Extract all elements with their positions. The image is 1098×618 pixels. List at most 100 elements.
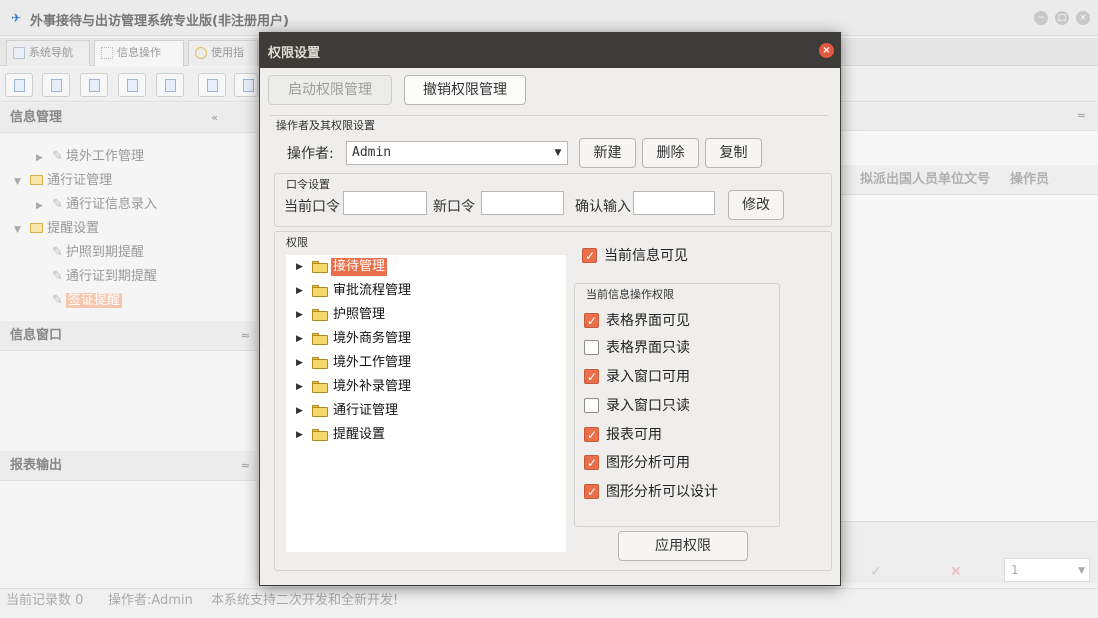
tree-node-overseas-business[interactable]: ▶ 境外商务管理 bbox=[286, 328, 426, 350]
grid-column-headers: 拟派出国人员单位文号 操作员 bbox=[840, 165, 1098, 195]
tree-node-reception[interactable]: ▶ 接待管理 bbox=[286, 256, 396, 278]
folder-icon bbox=[312, 381, 328, 393]
tree-label: 通行证信息录入 bbox=[66, 197, 158, 212]
tree-node-permit[interactable]: ▶ 通行证管理 bbox=[286, 400, 416, 422]
grid-visible-checkbox[interactable]: 表格界面可见 bbox=[584, 311, 690, 331]
info-management-header: 信息管理 « bbox=[0, 103, 258, 133]
panel-title: 报表输出 bbox=[10, 458, 63, 473]
tree-item[interactable]: ▼ 通行证管理 bbox=[14, 170, 112, 192]
tree-item-selected[interactable]: ✎ 签证提醒 bbox=[52, 290, 122, 312]
expand-icon[interactable]: ▶ bbox=[296, 376, 303, 398]
tree-node-overseas-work[interactable]: ▶ 境外工作管理 bbox=[286, 352, 426, 374]
collapse-icon[interactable]: « bbox=[211, 103, 218, 133]
tree-item[interactable]: ▶ ✎ 境外工作管理 bbox=[36, 146, 144, 168]
tab-usage-guide[interactable]: 使用指 bbox=[188, 40, 258, 66]
page-value: 1 bbox=[1011, 563, 1019, 577]
toolbar-list-button[interactable] bbox=[42, 73, 70, 97]
checkbox-icon bbox=[584, 482, 599, 502]
expand-icon[interactable]: ≈ bbox=[241, 451, 250, 481]
tree-item[interactable]: ▶ ✎ 通行证信息录入 bbox=[36, 194, 157, 216]
toolbar-card-button[interactable] bbox=[156, 73, 184, 97]
cancel-icon[interactable]: ✕ bbox=[950, 564, 962, 580]
toolbar-doc-button[interactable] bbox=[80, 73, 108, 97]
tree-node-reminder[interactable]: ▶ 提醒设置 bbox=[286, 424, 406, 446]
maximize-icon[interactable]: □ bbox=[1055, 11, 1069, 25]
panel-title: 信息管理 bbox=[10, 110, 63, 125]
dialog-title: 权限设置 bbox=[268, 46, 321, 61]
tree-node-passport[interactable]: ▶ 护照管理 bbox=[286, 304, 396, 326]
new-password-label: 新口令 bbox=[433, 199, 475, 215]
operator-select[interactable]: Admin ▼ bbox=[346, 141, 568, 165]
tree-node-approval[interactable]: ▶ 审批流程管理 bbox=[286, 280, 426, 302]
current-password-label: 当前口令 bbox=[284, 199, 340, 215]
tree-item[interactable]: ▼ 提醒设置 bbox=[14, 218, 99, 240]
permission-group-label: 权限 bbox=[286, 236, 308, 249]
chart-enabled-checkbox[interactable]: 图形分析可用 bbox=[584, 453, 690, 473]
operator-value: Admin bbox=[352, 145, 392, 160]
toolbar-edit-button[interactable] bbox=[198, 73, 226, 97]
new-password-input[interactable] bbox=[481, 191, 564, 215]
delete-operator-button[interactable]: 删除 bbox=[642, 138, 699, 168]
expand-icon[interactable]: ▶ bbox=[296, 256, 303, 278]
column-header[interactable]: 拟派出国人员单位文号 bbox=[860, 165, 990, 195]
close-icon[interactable]: × bbox=[819, 43, 834, 58]
expand-icon[interactable]: ▶ bbox=[296, 424, 303, 446]
entry-readonly-checkbox[interactable]: 录入窗口只读 bbox=[584, 396, 690, 416]
revoke-permission-button[interactable]: 撤销权限管理 bbox=[404, 75, 526, 105]
chart-design-checkbox[interactable]: 图形分析可以设计 bbox=[584, 482, 718, 502]
checkbox-label: 图形分析可用 bbox=[606, 455, 690, 471]
info-window-header: 信息窗口 ≈ bbox=[0, 321, 258, 351]
tree-item[interactable]: ✎ 护照到期提醒 bbox=[52, 242, 144, 264]
chevron-down-icon: ▼ bbox=[1078, 566, 1085, 576]
permission-tree[interactable]: ▶ 接待管理 ▶ 审批流程管理 ▶ 护照管理 ▶ 境外商务管理 ▶ 境外工作管理… bbox=[286, 255, 566, 552]
toolbar-search-button[interactable] bbox=[5, 73, 33, 97]
grid-readonly-checkbox[interactable]: 表格界面只读 bbox=[584, 338, 690, 358]
checkbox-icon bbox=[584, 311, 599, 331]
tree-node-label: 境外补录管理 bbox=[333, 379, 412, 394]
help-icon bbox=[195, 47, 207, 59]
modify-password-button[interactable]: 修改 bbox=[728, 190, 784, 220]
checkbox-icon bbox=[584, 453, 599, 473]
leaf-icon: ✎ bbox=[52, 245, 63, 260]
close-icon[interactable]: × bbox=[1076, 11, 1090, 25]
apply-permission-button[interactable]: 应用权限 bbox=[618, 531, 748, 561]
expand-icon[interactable]: ≈ bbox=[241, 321, 250, 351]
folder-icon bbox=[312, 429, 328, 441]
tab-info-ops[interactable]: 信息操作 bbox=[94, 40, 184, 66]
tree-label: 境外工作管理 bbox=[66, 149, 145, 164]
tab-system-nav[interactable]: 系统导航 bbox=[6, 40, 90, 66]
expand-icon[interactable]: ▶ bbox=[296, 400, 303, 422]
expand-icon[interactable]: ▶ bbox=[296, 352, 303, 374]
expand-icon[interactable]: ▶ bbox=[296, 280, 303, 302]
tree-item[interactable]: ✎ 通行证到期提醒 bbox=[52, 266, 157, 288]
new-operator-button[interactable]: 新建 bbox=[579, 138, 636, 168]
folder-icon bbox=[30, 223, 44, 233]
toolbar-print-button[interactable] bbox=[234, 73, 258, 97]
checkbox-label: 当前信息可见 bbox=[604, 248, 688, 264]
expand-icon[interactable]: ▶ bbox=[296, 304, 303, 326]
operator-group-label: 操作者及其权限设置 bbox=[276, 119, 375, 132]
tree-node-label: 审批流程管理 bbox=[333, 283, 412, 298]
operator-label: 操作者: bbox=[287, 146, 334, 162]
entry-enabled-checkbox[interactable]: 录入窗口可用 bbox=[584, 367, 690, 387]
report-enabled-checkbox[interactable]: 报表可用 bbox=[584, 425, 662, 445]
column-header[interactable]: 操作员 bbox=[1010, 165, 1049, 195]
page-select[interactable]: 1 ▼ bbox=[1004, 558, 1090, 582]
checkbox-label: 图形分析可以设计 bbox=[606, 484, 718, 500]
confirm-password-input[interactable] bbox=[633, 191, 715, 215]
tree-label: 提醒设置 bbox=[47, 221, 100, 236]
minimize-icon[interactable]: − bbox=[1034, 11, 1048, 25]
leaf-icon: ✎ bbox=[52, 293, 63, 308]
current-password-input[interactable] bbox=[343, 191, 427, 215]
tree-node-overseas-supplement[interactable]: ▶ 境外补录管理 bbox=[286, 376, 426, 398]
enable-permission-button[interactable]: 启动权限管理 bbox=[268, 75, 392, 105]
chevron-down-icon: ▼ bbox=[554, 148, 562, 158]
toolbar-users-button[interactable] bbox=[118, 73, 146, 97]
tree-label: 通行证管理 bbox=[47, 173, 113, 188]
copy-operator-button[interactable]: 复制 bbox=[705, 138, 762, 168]
current-visible-checkbox[interactable]: 当前信息可见 bbox=[582, 246, 688, 266]
collapse-icon[interactable]: ≈ bbox=[1077, 109, 1086, 122]
check-icon[interactable]: ✓ bbox=[870, 564, 882, 580]
left-panel: 信息管理 « ▶ ✎ 境外工作管理 ▼ 通行证管理 ▶ ✎ 通行证信息录入 ▼ 提醒… bbox=[0, 103, 258, 583]
expand-icon[interactable]: ▶ bbox=[296, 328, 303, 350]
